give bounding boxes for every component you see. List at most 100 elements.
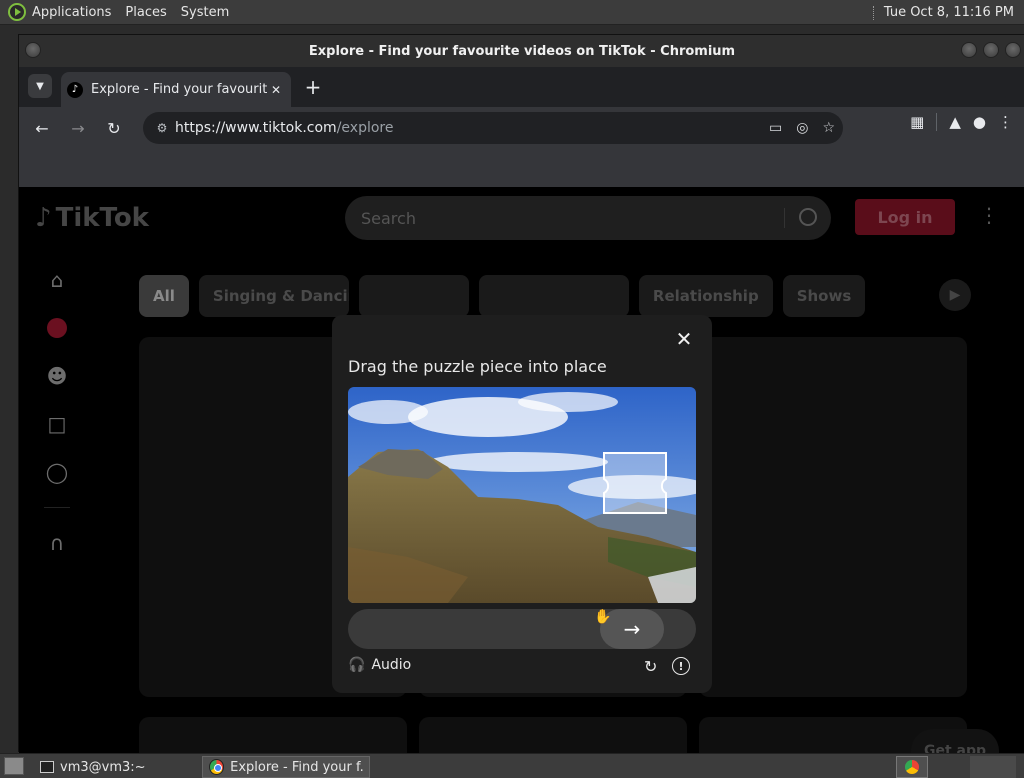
- eye-off-icon[interactable]: ◎: [796, 120, 808, 136]
- audio-label: Audio: [371, 657, 412, 673]
- grab-cursor-icon: ✋: [594, 609, 612, 625]
- terminal-icon: [40, 761, 54, 773]
- category-shows[interactable]: Shows: [782, 275, 866, 317]
- category-all[interactable]: All: [139, 275, 189, 317]
- site-info-icon[interactable]: ⚙: [149, 121, 175, 135]
- omnibox-actions: ▭ ◎ ☆: [769, 120, 835, 136]
- tiktok-header: ♪ TikTok Search Log in ⋮: [19, 187, 1024, 247]
- page-viewport: ♪ TikTok Search Log in ⋮ ⌂ ☻ □ ◯ ∩ All S…: [19, 187, 1024, 753]
- browser-window: Explore - Find your favourite videos on …: [18, 34, 1024, 753]
- headphones-icon: 🎧: [348, 657, 366, 673]
- captcha-heading: Drag the puzzle piece into place: [348, 357, 607, 376]
- search-icon[interactable]: [799, 208, 817, 226]
- taskbar-terminal-label: vm3@vm3:~: [60, 759, 146, 775]
- tiktok-sidebar: ⌂ ☻ □ ◯ ∩: [37, 267, 77, 556]
- live-video-icon[interactable]: □: [44, 411, 70, 437]
- explore-compass-icon: [47, 318, 67, 338]
- tiktok-wordmark: TikTok: [55, 203, 149, 233]
- taskbar-chromium[interactable]: Explore - Find your f...: [202, 756, 370, 778]
- browser-toolbar: ← → ↻ ⚙ https://www.tiktok.com/explore ▭…: [19, 107, 1024, 149]
- address-bar[interactable]: ⚙ https://www.tiktok.com/explore ▭ ◎ ☆: [143, 112, 843, 144]
- close-window-button[interactable]: [1005, 42, 1021, 58]
- chevron-down-icon: ▼: [36, 80, 44, 92]
- url-path: /explore: [336, 120, 394, 136]
- window-controls: [961, 42, 1021, 58]
- chevron-right-icon[interactable]: ▶: [939, 279, 971, 311]
- explore-icon[interactable]: [44, 315, 70, 341]
- video-card[interactable]: [699, 337, 967, 697]
- toolbar-separator: [936, 113, 938, 131]
- install-app-icon[interactable]: ▭: [769, 120, 782, 136]
- distro-logo-icon[interactable]: [8, 3, 26, 21]
- following-icon[interactable]: ☻: [44, 363, 70, 389]
- bookmarks-bar: [19, 149, 1024, 187]
- profile-icon[interactable]: ●: [973, 113, 986, 131]
- reload-icon: ↻: [107, 118, 121, 138]
- clock[interactable]: Tue Oct 8, 11:16 PM: [884, 5, 1014, 20]
- arrow-right-icon: →: [71, 118, 85, 138]
- forward-button[interactable]: →: [63, 113, 93, 143]
- login-button[interactable]: Log in: [855, 199, 955, 235]
- labs-flask-icon[interactable]: ▲: [949, 113, 961, 131]
- tiktok-logo[interactable]: ♪ TikTok: [35, 203, 149, 233]
- arrow-left-icon: ←: [35, 118, 49, 138]
- video-card[interactable]: [419, 717, 687, 753]
- taskbar-chromium-label: Explore - Find your f...: [230, 759, 363, 775]
- menu-applications[interactable]: Applications: [32, 5, 111, 20]
- tray-chromium[interactable]: [896, 756, 928, 778]
- category-hidden-2[interactable]: [478, 275, 629, 317]
- new-tab-button[interactable]: +: [301, 75, 325, 99]
- window-title: Explore - Find your favourite videos on …: [308, 43, 736, 59]
- category-relationship[interactable]: Relationship: [638, 275, 773, 317]
- search-divider: [784, 208, 785, 228]
- window-titlebar[interactable]: Explore - Find your favourite videos on …: [19, 35, 1024, 67]
- close-tab-icon[interactable]: ✕: [267, 81, 285, 99]
- close-icon[interactable]: ✕: [672, 327, 696, 351]
- bookmark-star-icon[interactable]: ☆: [822, 120, 835, 136]
- sidebar-divider: [44, 507, 70, 508]
- tray-chromium-icon: [905, 760, 919, 774]
- home-icon[interactable]: ⌂: [44, 267, 70, 293]
- creator-home-icon[interactable]: ∩: [44, 530, 70, 556]
- video-card[interactable]: [139, 717, 407, 753]
- get-app-button[interactable]: Get app: [911, 729, 999, 753]
- back-button[interactable]: ←: [27, 113, 57, 143]
- arrow-right-icon: →: [623, 617, 641, 641]
- search-placeholder: Search: [361, 208, 416, 228]
- extensions-icon[interactable]: ▦: [910, 113, 924, 131]
- show-desktop-icon[interactable]: [4, 757, 24, 775]
- tab-explore[interactable]: ♪ Explore - Find your favourite ✕: [61, 72, 291, 107]
- more-menu-icon[interactable]: ⋮: [979, 203, 999, 227]
- tab-strip: ▼ ♪ Explore - Find your favourite ✕ +: [19, 67, 1024, 107]
- tiktok-note-icon: ♪: [35, 203, 52, 233]
- refresh-icon[interactable]: ↻: [644, 657, 657, 676]
- chromium-icon: [209, 759, 225, 775]
- category-singing-dancing[interactable]: Singing & Dancing: [198, 275, 349, 317]
- top-panel: Applications Places System Tue Oct 8, 11…: [0, 0, 1024, 25]
- workspace-switcher[interactable]: [970, 756, 1016, 778]
- profile-person-icon[interactable]: ◯: [44, 459, 70, 485]
- search-input[interactable]: Search: [345, 196, 831, 240]
- reload-button[interactable]: ↻: [99, 113, 129, 143]
- bottom-taskbar: vm3@vm3:~ Explore - Find your f...: [0, 753, 1024, 778]
- menu-system[interactable]: System: [181, 5, 229, 20]
- toolbar-actions: ▦ ▲ ● ⋮: [910, 113, 1013, 131]
- menu-kebab-icon[interactable]: ⋮: [998, 113, 1013, 131]
- audio-button[interactable]: 🎧 Audio: [348, 657, 411, 673]
- category-hidden-1[interactable]: [358, 275, 469, 317]
- tiktok-favicon-icon: ♪: [67, 81, 83, 98]
- maximize-button[interactable]: [983, 42, 999, 58]
- mountain-landscape-image: [348, 387, 696, 603]
- panel-separator: [872, 5, 876, 20]
- url-host: https://www.tiktok.com: [175, 120, 337, 136]
- puzzle-slot: [603, 452, 667, 514]
- window-menu-button[interactable]: [25, 42, 41, 58]
- taskbar-terminal[interactable]: vm3@vm3:~: [34, 756, 200, 778]
- clock-area[interactable]: Tue Oct 8, 11:16 PM: [872, 0, 1024, 25]
- captcha-dialog: ✕ Drag the puzzle piece into place → ✋ 🎧…: [332, 315, 712, 693]
- puzzle-image: [348, 387, 696, 603]
- menu-places[interactable]: Places: [125, 5, 166, 20]
- tab-search-button[interactable]: ▼: [28, 74, 52, 98]
- info-icon[interactable]: !: [672, 657, 690, 675]
- minimize-button[interactable]: [961, 42, 977, 58]
